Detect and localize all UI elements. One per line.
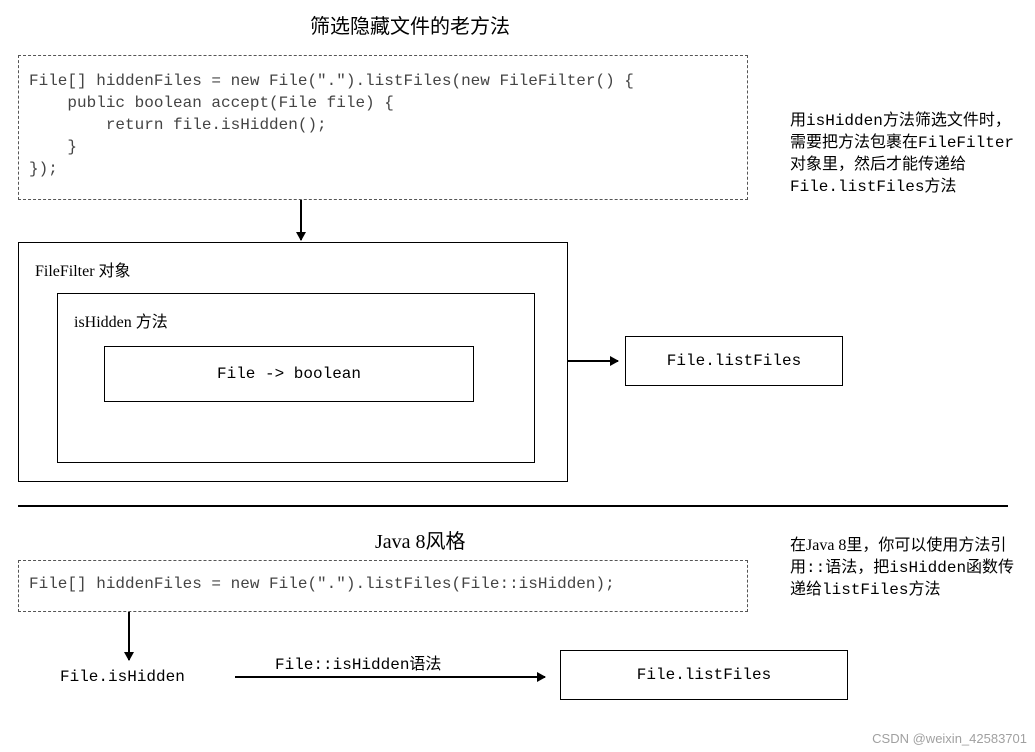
arrow-down-icon [300,200,302,240]
arrow-right-icon [235,676,545,678]
watermark: CSDN @weixin_42583701 [872,731,1027,746]
listfiles-box-2: File.listFiles [560,650,848,700]
m: isHidden [889,559,966,577]
t: 语法，把 [825,559,889,576]
file-boolean-box: File -> boolean [104,346,474,402]
arrow-label: File::isHidden语法 [275,650,441,674]
ishidden-box: isHidden 方法 File -> boolean [57,293,535,463]
t: 语法 [409,656,441,673]
side-note-2: 在Java 8里，你可以使用方法引用::语法，把isHidden函数传递给lis… [790,535,1020,601]
m: File.listFiles [790,178,924,196]
m: listFiles [822,581,908,599]
section2-title: Java 8风格 [375,525,466,554]
code-block-old: File[] hiddenFiles = new File(".").listF… [18,55,748,200]
t: 方法 [924,178,956,195]
listfiles-box-1: File.listFiles [625,336,843,386]
t: 对象里，然后才能传递给 [790,156,966,173]
arrow-right-icon [568,360,618,362]
m: FileFilter [918,134,1014,152]
arrow-down-icon [128,612,130,660]
filefilter-label: FileFilter 对象 [35,257,551,281]
divider [18,505,1008,507]
section1-title: 筛选隐藏文件的老方法 [310,10,510,39]
side-note-1: 用isHidden方法筛选文件时，需要把方法包裹在FileFilter对象里，然… [790,110,1020,198]
t: 用 [790,112,806,129]
m: :: [806,559,825,577]
t: 方法 [908,581,940,598]
code-block-java8: File[] hiddenFiles = new File(".").listF… [18,560,748,612]
m: File::isHidden [275,656,409,674]
ishidden-label: isHidden 方法 [74,308,518,332]
m: isHidden [806,112,883,130]
file-ishidden-text: File.isHidden [60,668,185,686]
filefilter-box: FileFilter 对象 isHidden 方法 File -> boolea… [18,242,568,482]
